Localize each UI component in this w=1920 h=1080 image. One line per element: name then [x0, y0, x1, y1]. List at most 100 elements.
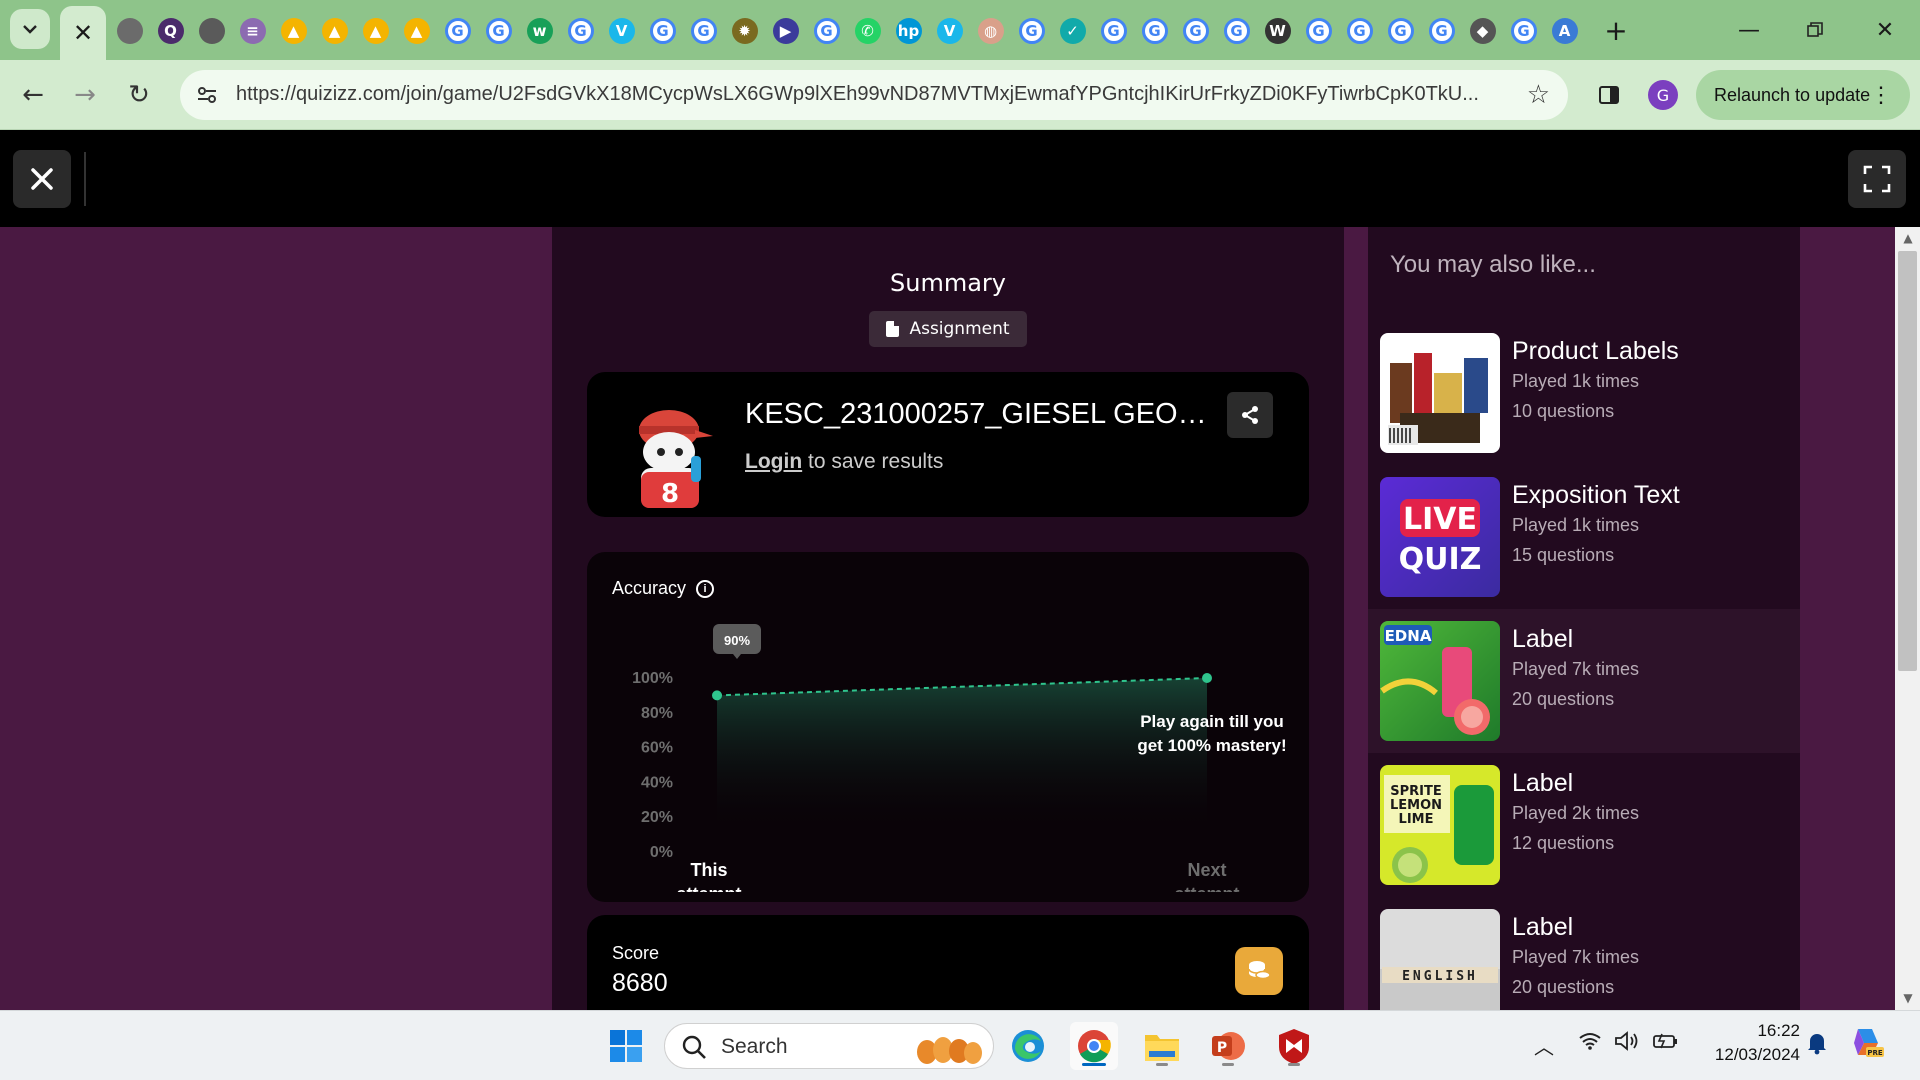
page-scrollbar[interactable]: ▲ ▼	[1895, 227, 1920, 1010]
chevron-down-icon	[23, 25, 37, 34]
restore-button[interactable]	[1790, 12, 1840, 48]
chrome-icon	[1078, 1030, 1111, 1063]
file-explorer-taskbar-icon[interactable]	[1138, 1022, 1186, 1070]
browser-tab[interactable]: ▲	[360, 16, 391, 47]
browser-tab[interactable]: G	[1344, 16, 1375, 47]
browser-tab[interactable]: G	[647, 16, 678, 47]
side-panel-button[interactable]	[1592, 78, 1626, 112]
recommendation-item[interactable]: LIVE QUIZ Exposition Text Played 1k time…	[1368, 465, 1800, 609]
browser-tab-bar: ✕ Q ≡ ▲ ▲ ▲ ▲ G Gw G V G G ✹ ▶ G ✆ hp V ◍ G ✓ G G G G W G G G G ◆ G A + …	[0, 0, 1920, 60]
notifications-button[interactable]	[1806, 1031, 1828, 1060]
more-menu-icon[interactable]: ⋮	[1870, 82, 1892, 108]
recommendation-item[interactable]: ENGLISH Label Played 7k times 20 questio…	[1368, 897, 1800, 1010]
browser-tab[interactable]: G	[811, 16, 842, 47]
browser-tab[interactable]: G	[565, 16, 596, 47]
forward-button[interactable]: →	[66, 76, 104, 114]
accuracy-point[interactable]	[712, 690, 722, 701]
browser-tab[interactable]: V	[934, 16, 965, 47]
bookmark-star-icon[interactable]: ☆	[1527, 80, 1550, 110]
accuracy-point[interactable]	[1202, 673, 1212, 683]
browser-tab[interactable]: G	[483, 16, 514, 47]
info-icon[interactable]: i	[696, 579, 715, 598]
browser-tab[interactable]: G	[1303, 16, 1334, 47]
show-hidden-icons-button[interactable]: ︿	[1534, 1031, 1554, 1060]
browser-tab[interactable]: W	[1262, 16, 1293, 47]
system-clock[interactable]: 16:22 12/03/2024	[1700, 1019, 1800, 1067]
browser-tab[interactable]: V	[606, 16, 637, 47]
mcafee-taskbar-icon[interactable]	[1270, 1022, 1318, 1070]
coins-button[interactable]	[1235, 947, 1283, 995]
browser-tab[interactable]: ▲	[401, 16, 432, 47]
google-icon: G	[1510, 18, 1537, 44]
edge-taskbar-icon[interactable]	[1004, 1022, 1052, 1070]
powerpoint-taskbar-icon[interactable]: P	[1204, 1022, 1252, 1070]
live-quiz-line-1: LIVE	[1403, 502, 1477, 537]
browser-tab[interactable]	[114, 16, 145, 47]
scroll-down-icon[interactable]: ▼	[1901, 991, 1915, 1005]
browser-tab[interactable]: G	[1180, 16, 1211, 47]
relaunch-button[interactable]: Relaunch to update ⋮	[1696, 70, 1910, 120]
browser-tab[interactable]: G	[442, 16, 473, 47]
browser-tab[interactable]: G	[1221, 16, 1252, 47]
reload-icon: ↻	[128, 80, 150, 110]
login-link[interactable]: Login	[745, 450, 802, 473]
browser-tab[interactable]: G	[1098, 16, 1129, 47]
active-tab-close-button[interactable]: ✕	[60, 6, 106, 60]
live-quiz-thumbnail: LIVE QUIZ	[1380, 477, 1500, 597]
site-settings-icon[interactable]	[194, 82, 220, 108]
browser-tab[interactable]: G	[1508, 16, 1539, 47]
browser-tab[interactable]: Q	[155, 16, 186, 47]
scrollbar-thumb[interactable]	[1898, 251, 1917, 671]
new-tab-button[interactable]: +	[1600, 14, 1632, 47]
recommendation-item[interactable]: Product Labels Played 1k times 10 questi…	[1368, 321, 1800, 465]
browser-tab[interactable]: ◆	[1467, 16, 1498, 47]
fullscreen-icon	[1863, 165, 1891, 193]
x-axis-label: attempt	[1174, 884, 1239, 892]
quiz-header	[0, 130, 1920, 227]
volume-icon[interactable]	[1614, 1031, 1640, 1056]
browser-tab[interactable]: w	[524, 16, 555, 47]
minimize-button[interactable]: —	[1724, 12, 1774, 48]
browser-tab[interactable]	[196, 16, 227, 47]
player-name: KESC_231000257_GIESEL GEOV...	[745, 398, 1215, 430]
battery-icon[interactable]	[1652, 1031, 1678, 1056]
wifi-icon[interactable]	[1578, 1031, 1602, 1056]
fullscreen-button[interactable]	[1848, 150, 1906, 208]
chrome-taskbar-icon[interactable]	[1070, 1022, 1118, 1070]
share-button[interactable]	[1227, 392, 1273, 438]
taskbar-search[interactable]: Search	[664, 1023, 994, 1069]
address-bar[interactable]: https://quizizz.com/join/game/U2FsdGVkX1…	[180, 70, 1568, 120]
browser-tab[interactable]: G	[1016, 16, 1047, 47]
browser-tab[interactable]: A	[1549, 16, 1580, 47]
start-button[interactable]	[602, 1022, 650, 1070]
browser-tab[interactable]: ▲	[278, 16, 309, 47]
browser-tab[interactable]: hp	[893, 16, 924, 47]
browser-toolbar: ← → ↻ https://quizizz.com/join/game/U2Fs…	[0, 60, 1920, 130]
browser-tab[interactable]: ✆	[852, 16, 883, 47]
header-divider	[84, 152, 86, 206]
browser-tab[interactable]: ▶	[770, 16, 801, 47]
close-window-button[interactable]: ✕	[1860, 12, 1910, 48]
back-button[interactable]: ←	[14, 76, 52, 114]
running-indicator	[1222, 1063, 1234, 1066]
vimeo-icon: V	[936, 18, 963, 44]
reload-button[interactable]: ↻	[120, 76, 158, 114]
close-quiz-button[interactable]	[13, 150, 71, 208]
browser-tab[interactable]: G	[1426, 16, 1457, 47]
browser-tab[interactable]: G	[1139, 16, 1170, 47]
recommendation-item[interactable]: EDNA Label Played 7k times 20 questions	[1368, 609, 1800, 753]
browser-tab[interactable]: ▲	[319, 16, 350, 47]
scroll-up-icon[interactable]: ▲	[1901, 231, 1915, 245]
copilot-button[interactable]: PRE	[1850, 1025, 1886, 1064]
browser-tab[interactable]: G	[688, 16, 719, 47]
profile-avatar[interactable]: G	[1648, 80, 1678, 110]
url-text[interactable]: https://quizizz.com/join/game/U2FsdGVkX1…	[236, 83, 1496, 109]
browser-tab[interactable]: ✹	[729, 16, 760, 47]
tab-search-button[interactable]	[10, 9, 50, 49]
browser-tab[interactable]: ≡	[237, 16, 268, 47]
player-card: 8 KESC_231000257_GIESEL GEOV... Login to…	[587, 372, 1309, 517]
browser-tab[interactable]: G	[1385, 16, 1416, 47]
browser-tab[interactable]: ◍	[975, 16, 1006, 47]
recommendation-item[interactable]: SPRITE LEMON LIME Label Played 2k times …	[1368, 753, 1800, 897]
browser-tab[interactable]: ✓	[1057, 16, 1088, 47]
